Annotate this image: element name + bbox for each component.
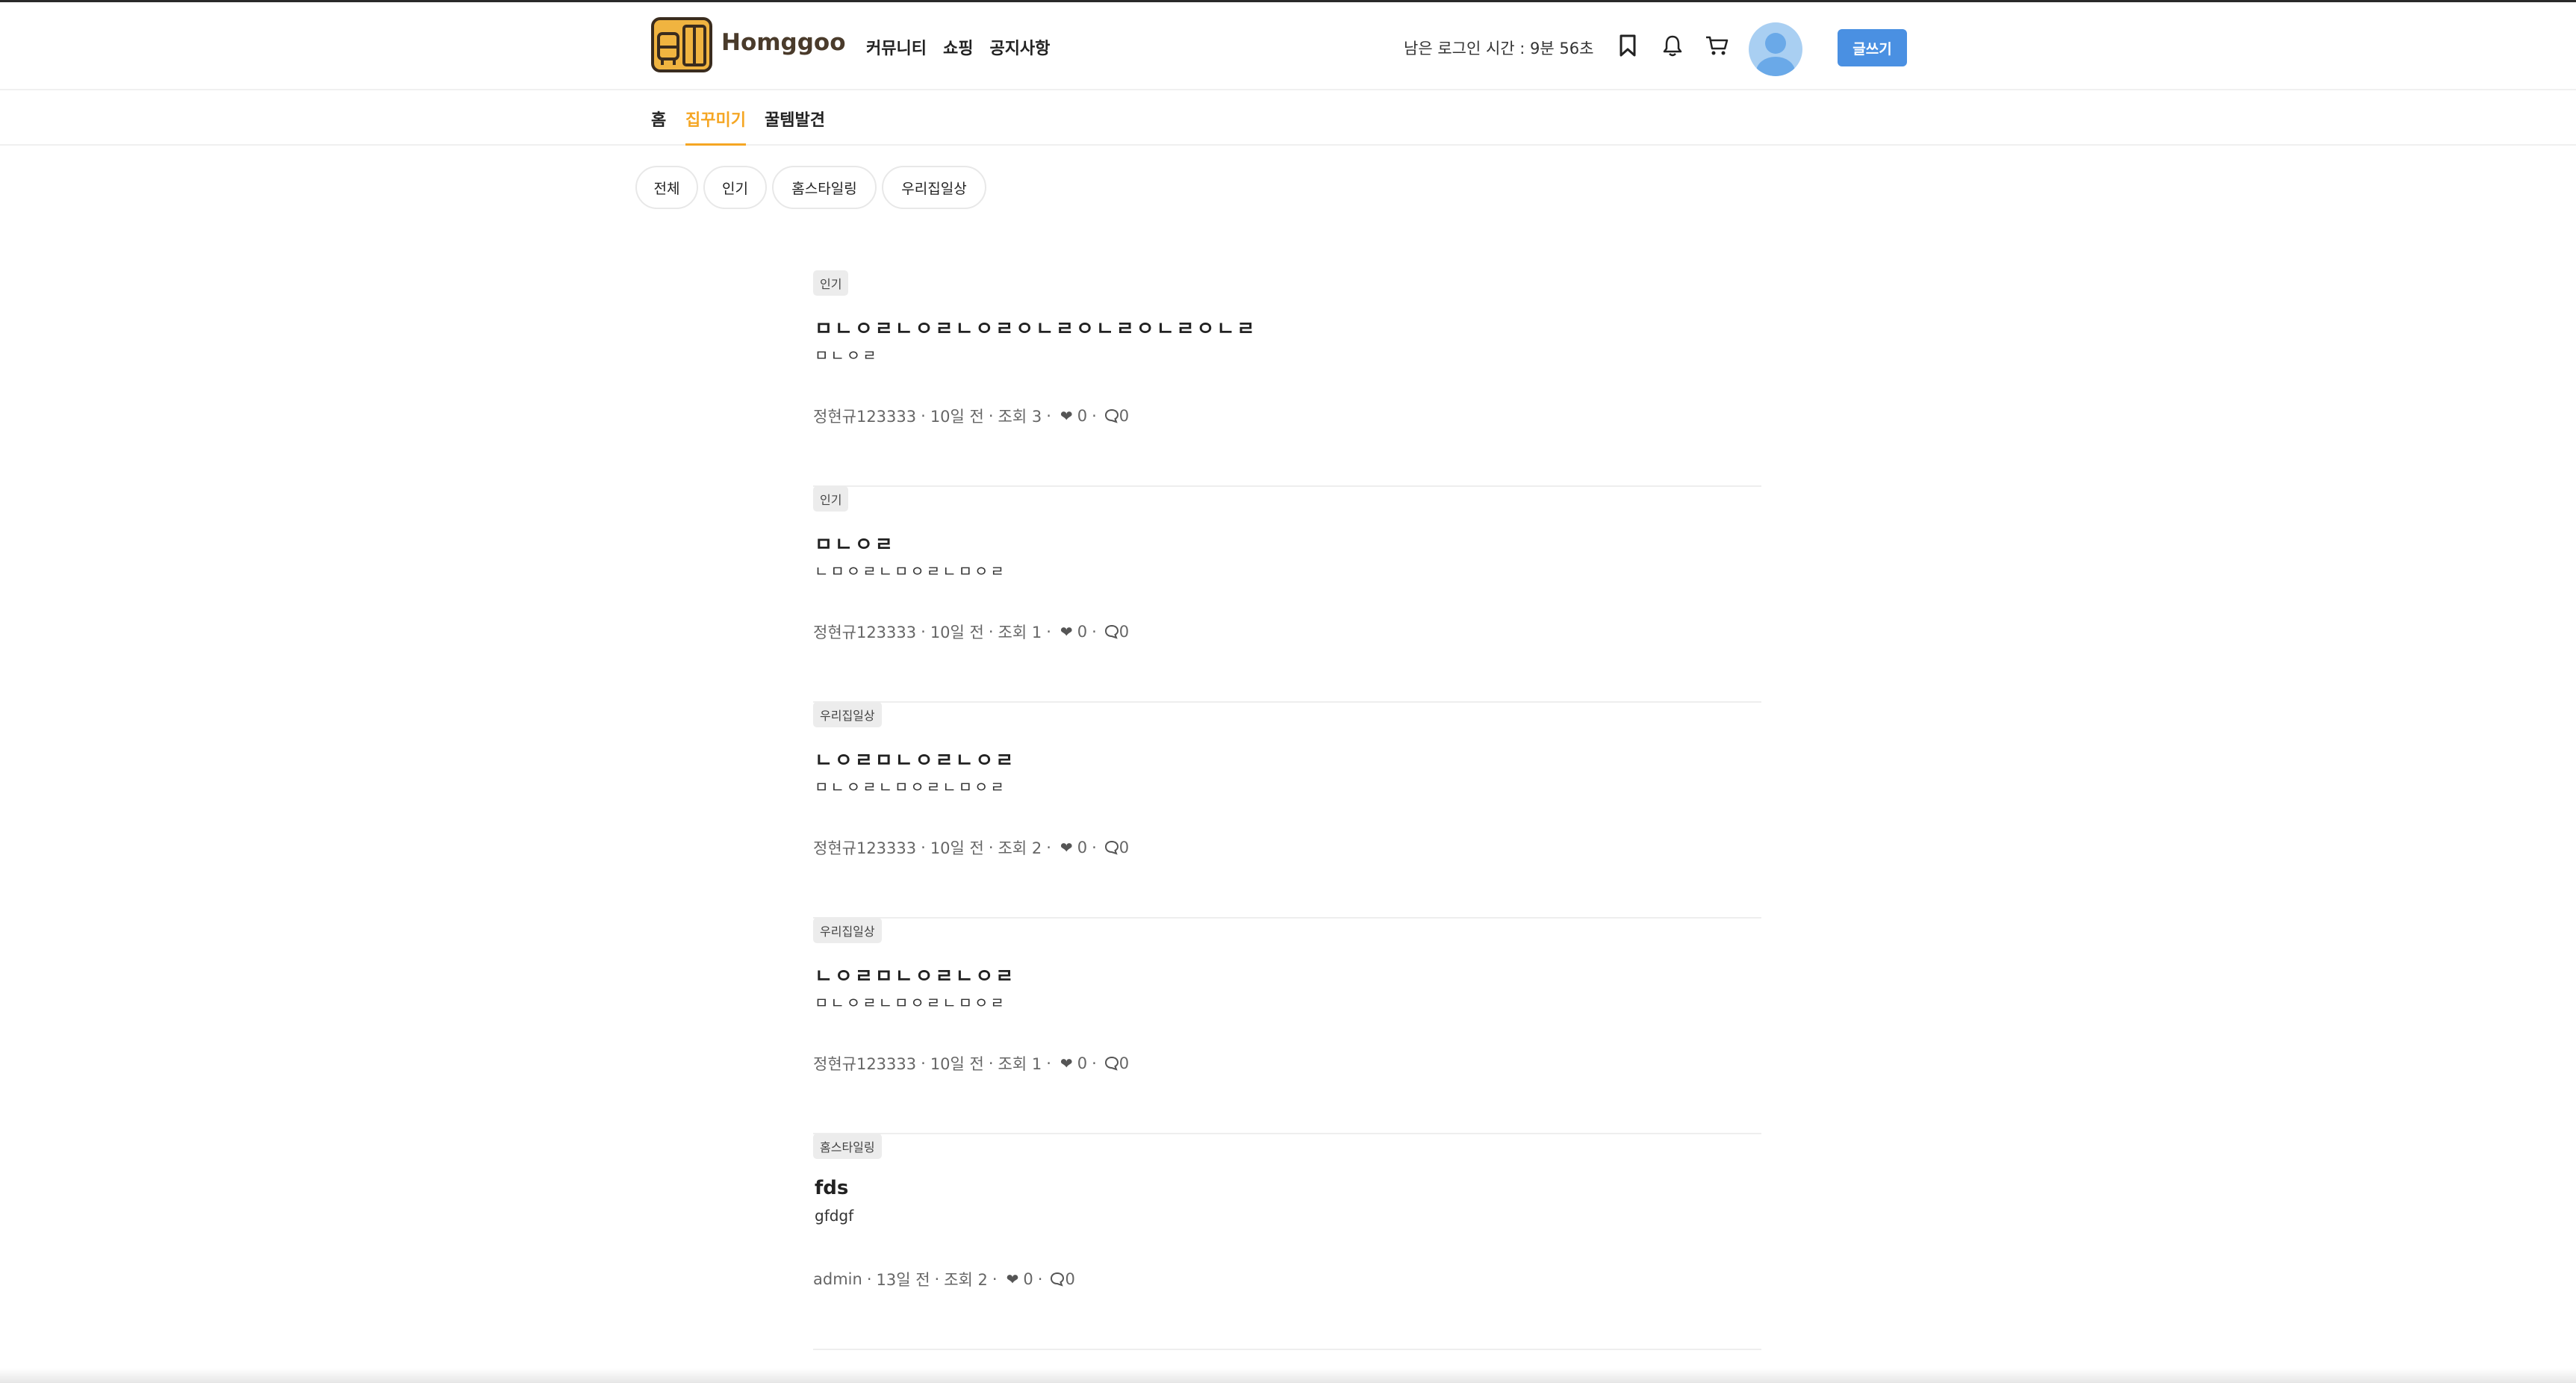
nav-community[interactable]: 커뮤니티 [866, 35, 927, 59]
post-meta: 정현규123333 · 10일 전 · 조회 1 · ❤ 0 · 0 [813, 621, 1129, 643]
bookmark-icon[interactable] [1613, 31, 1643, 60]
post-views: 조회 3 [998, 408, 1042, 426]
post-views: 조회 2 [998, 839, 1042, 857]
post-author: 정현규123333 [813, 1055, 917, 1073]
post-meta: 정현규123333 · 10일 전 · 조회 2 · ❤ 0 · 0 [813, 836, 1129, 859]
heart-icon: ❤ [1060, 839, 1073, 857]
post-item[interactable]: 인기 ㅁㄴㅇㄹㄴㅇㄹㄴㅇㄹㅇㄴㄹㅇㄴㄹㅇㄴㄹㅇㄴㄹ ㅁㄴㅇㄹ 정현규123333… [813, 270, 1761, 487]
write-button[interactable]: 글쓰기 [1838, 29, 1907, 66]
post-excerpt: ㅁㄴㅇㄹ [815, 346, 879, 364]
post-item[interactable]: 홈스타일링 fds gfdgf admin · 13일 전 · 조회 2 · ❤ 0 ·… [813, 1134, 1761, 1350]
post-time: 13일 전 [876, 1271, 930, 1289]
category-badge: 인기 [813, 270, 849, 296]
post-comments: 0 [1119, 839, 1130, 857]
post-excerpt: ㄴㅁㅇㄹㄴㅁㅇㄹㄴㅁㅇㄹ [815, 562, 1007, 580]
post-excerpt: ㅁㄴㅇㄹㄴㅁㅇㄹㄴㅁㅇㄹ [815, 994, 1007, 1012]
post-likes: 0 [1077, 1054, 1088, 1072]
category-badge: 인기 [813, 486, 849, 512]
post-comments: 0 [1119, 407, 1130, 425]
post-author: admin [813, 1270, 862, 1288]
comment-icon [1104, 408, 1119, 423]
user-avatar[interactable] [1749, 22, 1802, 76]
category-badge: 우리집일상 [813, 702, 882, 727]
bell-icon[interactable] [1658, 31, 1687, 60]
post-item[interactable]: 우리집일상 ㄴㅇㄹㅁㄴㅇㄹㄴㅇㄹ ㅁㄴㅇㄹㄴㅁㅇㄹㄴㅁㅇㄹ 정현규123333 ·… [813, 702, 1761, 919]
tab-home[interactable]: 홈 [651, 107, 666, 146]
post-meta: admin · 13일 전 · 조회 2 · ❤ 0 · 0 [813, 1268, 1075, 1290]
tab-decorating[interactable]: 집꾸미기 [685, 107, 746, 146]
heart-icon: ❤ [1060, 1054, 1073, 1072]
post-comments: 0 [1119, 623, 1130, 641]
post-views: 조회 1 [998, 1055, 1042, 1073]
category-badge: 홈스타일링 [813, 1134, 882, 1159]
nav-shopping[interactable]: 쇼핑 [943, 35, 973, 59]
post-comments: 0 [1065, 1270, 1075, 1288]
filter-all[interactable]: 전체 [635, 166, 698, 209]
post-title[interactable]: fds [815, 1177, 848, 1199]
filter-popular[interactable]: 인기 [703, 166, 767, 209]
heart-icon: ❤ [1060, 407, 1073, 425]
post-author: 정현규123333 [813, 839, 917, 857]
post-time: 10일 전 [930, 839, 984, 857]
site-header: Homggoo 커뮤니티 쇼핑 공지사항 남은 로그인 시간 : 9분 56초 … [0, 2, 2576, 90]
post-author: 정현규123333 [813, 624, 917, 641]
post-item[interactable]: 우리집일상 ㄴㅇㄹㅁㄴㅇㄹㄴㅇㄹ ㅁㄴㅇㄹㄴㅁㅇㄹㄴㅁㅇㄹ 정현규123333 ·… [813, 918, 1761, 1134]
post-time: 10일 전 [930, 408, 984, 426]
post-time: 10일 전 [930, 624, 984, 641]
page-bottom-shadow [0, 1368, 2576, 1383]
homggoo-logo-icon[interactable] [651, 17, 712, 72]
tab-honey-items[interactable]: 꿀템발견 [765, 107, 825, 146]
session-timer: 남은 로그인 시간 : 9분 56초 [1404, 40, 1594, 58]
post-title[interactable]: ㅁㄴㅇㄹㄴㅇㄹㄴㅇㄹㅇㄴㄹㅇㄴㄹㅇㄴㄹㅇㄴㄹ [815, 314, 1257, 341]
post-likes: 0 [1077, 839, 1088, 857]
cart-icon[interactable] [1702, 31, 1732, 60]
post-likes: 0 [1077, 623, 1088, 641]
post-likes: 0 [1023, 1270, 1033, 1288]
comment-icon [1104, 624, 1119, 639]
brand-name[interactable]: Homggoo [721, 29, 846, 56]
post-likes: 0 [1077, 407, 1088, 425]
heart-icon: ❤ [1006, 1270, 1019, 1288]
post-meta: 정현규123333 · 10일 전 · 조회 1 · ❤ 0 · 0 [813, 1052, 1129, 1075]
sub-nav: 홈 집꾸미기 꿀템발견 [0, 90, 2576, 146]
post-views: 조회 1 [998, 624, 1042, 641]
post-title[interactable]: ㅁㄴㅇㄹ [815, 529, 895, 557]
comment-icon [1050, 1272, 1065, 1287]
category-badge: 우리집일상 [813, 918, 882, 943]
main-nav: 커뮤니티 쇼핑 공지사항 [866, 35, 1050, 59]
filter-daily-life[interactable]: 우리집일상 [882, 166, 986, 209]
comment-icon [1104, 840, 1119, 855]
post-excerpt: ㅁㄴㅇㄹㄴㅁㅇㄹㄴㅁㅇㄹ [815, 778, 1007, 796]
post-title[interactable]: ㄴㅇㄹㅁㄴㅇㄹㄴㅇㄹ [815, 745, 1015, 773]
heart-icon: ❤ [1060, 623, 1073, 641]
post-comments: 0 [1119, 1054, 1130, 1072]
nav-notice[interactable]: 공지사항 [989, 35, 1050, 59]
post-views: 조회 2 [944, 1271, 988, 1289]
post-excerpt: gfdgf [815, 1207, 854, 1225]
post-item[interactable]: 인기 ㅁㄴㅇㄹ ㄴㅁㅇㄹㄴㅁㅇㄹㄴㅁㅇㄹ 정현규123333 · 10일 전 · 조… [813, 486, 1761, 703]
filter-home-styling[interactable]: 홈스타일링 [772, 166, 877, 209]
post-author: 정현규123333 [813, 408, 917, 426]
comment-icon [1104, 1056, 1119, 1071]
post-meta: 정현규123333 · 10일 전 · 조회 3 · ❤ 0 · 0 [813, 405, 1129, 427]
post-time: 10일 전 [930, 1055, 984, 1073]
post-title[interactable]: ㄴㅇㄹㅁㄴㅇㄹㄴㅇㄹ [815, 961, 1015, 989]
